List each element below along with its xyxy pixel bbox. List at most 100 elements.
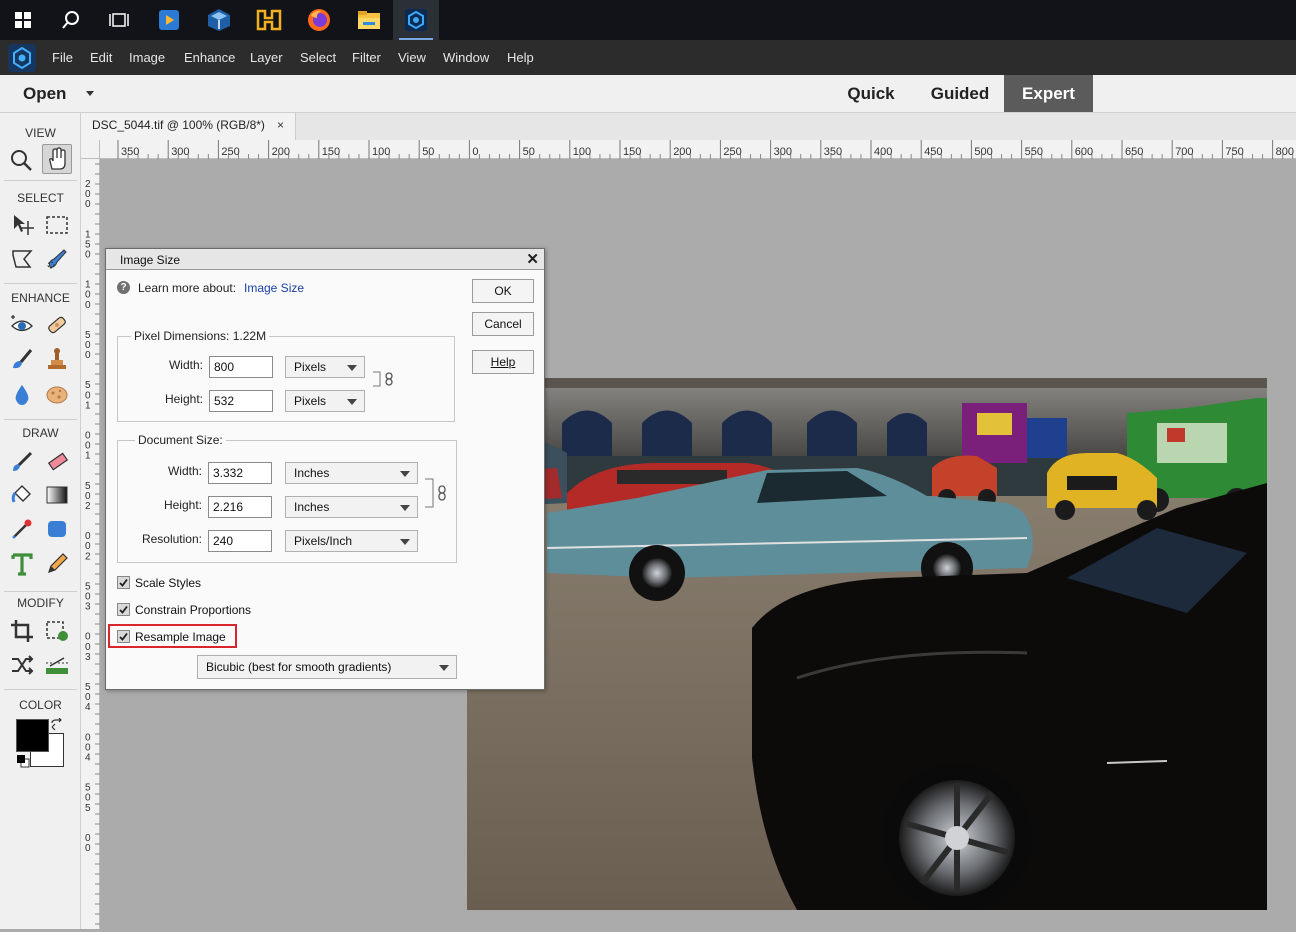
menu-image[interactable]: Image (129, 50, 165, 65)
dialog-close-icon[interactable]: ✕ (526, 250, 539, 268)
mode-tab-guided[interactable]: Guided (920, 75, 1000, 112)
help-button[interactable]: Help (472, 350, 534, 374)
search-icon[interactable] (48, 0, 94, 40)
vertical-ruler-ticks: 2001501005005010015020025030035040045050… (85, 163, 100, 925)
crop-tool-icon[interactable] (7, 616, 37, 646)
constrain-proportions-checkbox[interactable]: Constrain Proportions (117, 602, 317, 620)
doc-width-input[interactable]: 3.332 (208, 462, 272, 484)
virtualbox-icon[interactable] (196, 0, 242, 40)
firefox-icon[interactable] (296, 0, 342, 40)
doc-width-unit-select[interactable]: Inches (285, 462, 418, 484)
pixel-width-unit-select[interactable]: Pixels (285, 356, 365, 378)
toolbox-divider (4, 283, 77, 284)
windows-start-icon[interactable] (0, 0, 46, 40)
resample-image-checkbox[interactable]: Resample Image (117, 629, 235, 647)
ruler-label: 300 (171, 146, 189, 158)
mode-tab-expert[interactable]: Expert (1004, 75, 1093, 112)
menu-window[interactable]: Window (443, 50, 489, 65)
task-view-icon[interactable] (96, 0, 142, 40)
toolbox-section-draw: DRAW (22, 426, 59, 440)
ruler-label: 50 (422, 146, 434, 158)
learn-more-link[interactable]: Image Size (244, 281, 304, 295)
ruler-label: 200 (272, 146, 290, 158)
clone-stamp-tool-icon[interactable] (42, 344, 72, 374)
marquee-tool-icon[interactable] (42, 210, 72, 240)
zoom-tool-icon[interactable] (6, 145, 36, 175)
doc-height-unit-select[interactable]: Inches (285, 496, 418, 518)
red-eye-tool-icon[interactable] (7, 310, 37, 340)
chevron-down-icon (400, 539, 410, 545)
brush-tool-icon[interactable] (7, 446, 37, 476)
ruler-label: 4 (85, 702, 91, 713)
menu-edit[interactable]: Edit (90, 50, 112, 65)
move-tool-icon[interactable] (7, 210, 37, 240)
resolution-unit-select[interactable]: Pixels/Inch (285, 530, 418, 552)
pencil-tool-icon[interactable] (42, 549, 72, 579)
ruler-label: 500 (974, 146, 992, 158)
open-dropdown-chevron-icon[interactable] (86, 91, 94, 96)
toolbox-divider (4, 180, 77, 181)
vmware-icon[interactable] (246, 0, 292, 40)
lasso-tool-icon[interactable] (7, 244, 37, 274)
document-tab[interactable]: DSC_5044.tif @ 100% (RGB/8*) × (81, 113, 296, 140)
resample-method-select[interactable]: Bicubic (best for smooth gradients) (197, 655, 457, 679)
open-button[interactable]: Open (23, 84, 66, 104)
text-tool-icon[interactable] (7, 549, 37, 579)
resolution-input[interactable]: 240 (208, 530, 272, 552)
chevron-down-icon (347, 365, 357, 371)
pixel-height-input[interactable]: 532 (209, 390, 273, 412)
hand-tool-icon[interactable] (42, 144, 72, 174)
toolbox-divider (4, 419, 77, 420)
custom-shape-tool-icon[interactable] (42, 514, 72, 544)
scale-styles-checkbox[interactable]: Scale Styles (117, 575, 317, 593)
document-photo-car-show[interactable] (467, 378, 1267, 910)
menu-view[interactable]: View (398, 50, 426, 65)
ruler-label: 4 (85, 753, 91, 764)
gradient-tool-icon[interactable] (42, 480, 72, 510)
document-tab-title: DSC_5044.tif @ 100% (RGB/8*) (92, 118, 265, 132)
toolbox-divider (4, 591, 77, 592)
menu-select[interactable]: Select (300, 50, 336, 65)
blur-tool-icon[interactable] (7, 380, 37, 410)
doc-height-label: Height: (163, 498, 202, 512)
smart-brush-tool-icon[interactable] (7, 344, 37, 374)
foreground-color-swatch[interactable] (16, 719, 49, 752)
menu-filter[interactable]: Filter (352, 50, 381, 65)
mode-tab-quick[interactable]: Quick (838, 75, 904, 112)
eraser-tool-icon[interactable] (42, 446, 72, 476)
sponge-tool-icon[interactable] (42, 380, 72, 410)
eyedropper-tool-icon[interactable] (7, 514, 37, 544)
resample-image-label: Resample Image (135, 630, 226, 644)
pixel-dimensions-label: Pixel Dimensions: 1.22M (131, 329, 270, 343)
ruler-label: 3 (85, 652, 91, 663)
pixel-height-unit-select[interactable]: Pixels (285, 390, 365, 412)
default-colors-icon[interactable] (16, 754, 30, 768)
cancel-button[interactable]: Cancel (472, 312, 534, 336)
media-player-icon[interactable] (146, 0, 192, 40)
photoshop-elements-icon[interactable] (393, 0, 439, 40)
ruler-origin-corner[interactable] (81, 140, 100, 159)
paint-bucket-tool-icon[interactable] (7, 480, 37, 510)
straighten-tool-icon[interactable] (42, 650, 72, 680)
ruler-label: 2 (85, 501, 91, 512)
spot-healing-tool-icon[interactable] (42, 310, 72, 340)
pixel-width-input[interactable]: 800 (209, 356, 273, 378)
ruler-label: 1 (85, 400, 91, 411)
file-explorer-icon[interactable] (346, 0, 392, 40)
ok-button[interactable]: OK (472, 279, 534, 303)
ruler-label: 150 (322, 146, 340, 158)
ruler-label: 400 (874, 146, 892, 158)
document-tab-close-icon[interactable]: × (277, 118, 284, 132)
doc-height-input[interactable]: 2.216 (208, 496, 272, 518)
dialog-titlebar[interactable]: Image Size ✕ (106, 249, 544, 270)
swap-colors-icon[interactable] (50, 717, 64, 732)
menu-file[interactable]: File (52, 50, 73, 65)
menu-enhance[interactable]: Enhance (184, 50, 235, 65)
quick-selection-tool-icon[interactable] (42, 244, 72, 274)
content-aware-move-tool-icon[interactable] (7, 650, 37, 680)
toolbox-section-view: VIEW (25, 126, 56, 140)
menu-layer[interactable]: Layer (250, 50, 283, 65)
recompose-tool-icon[interactable] (42, 616, 72, 646)
menu-help[interactable]: Help (507, 50, 534, 65)
ruler-label: 750 (1225, 146, 1243, 158)
